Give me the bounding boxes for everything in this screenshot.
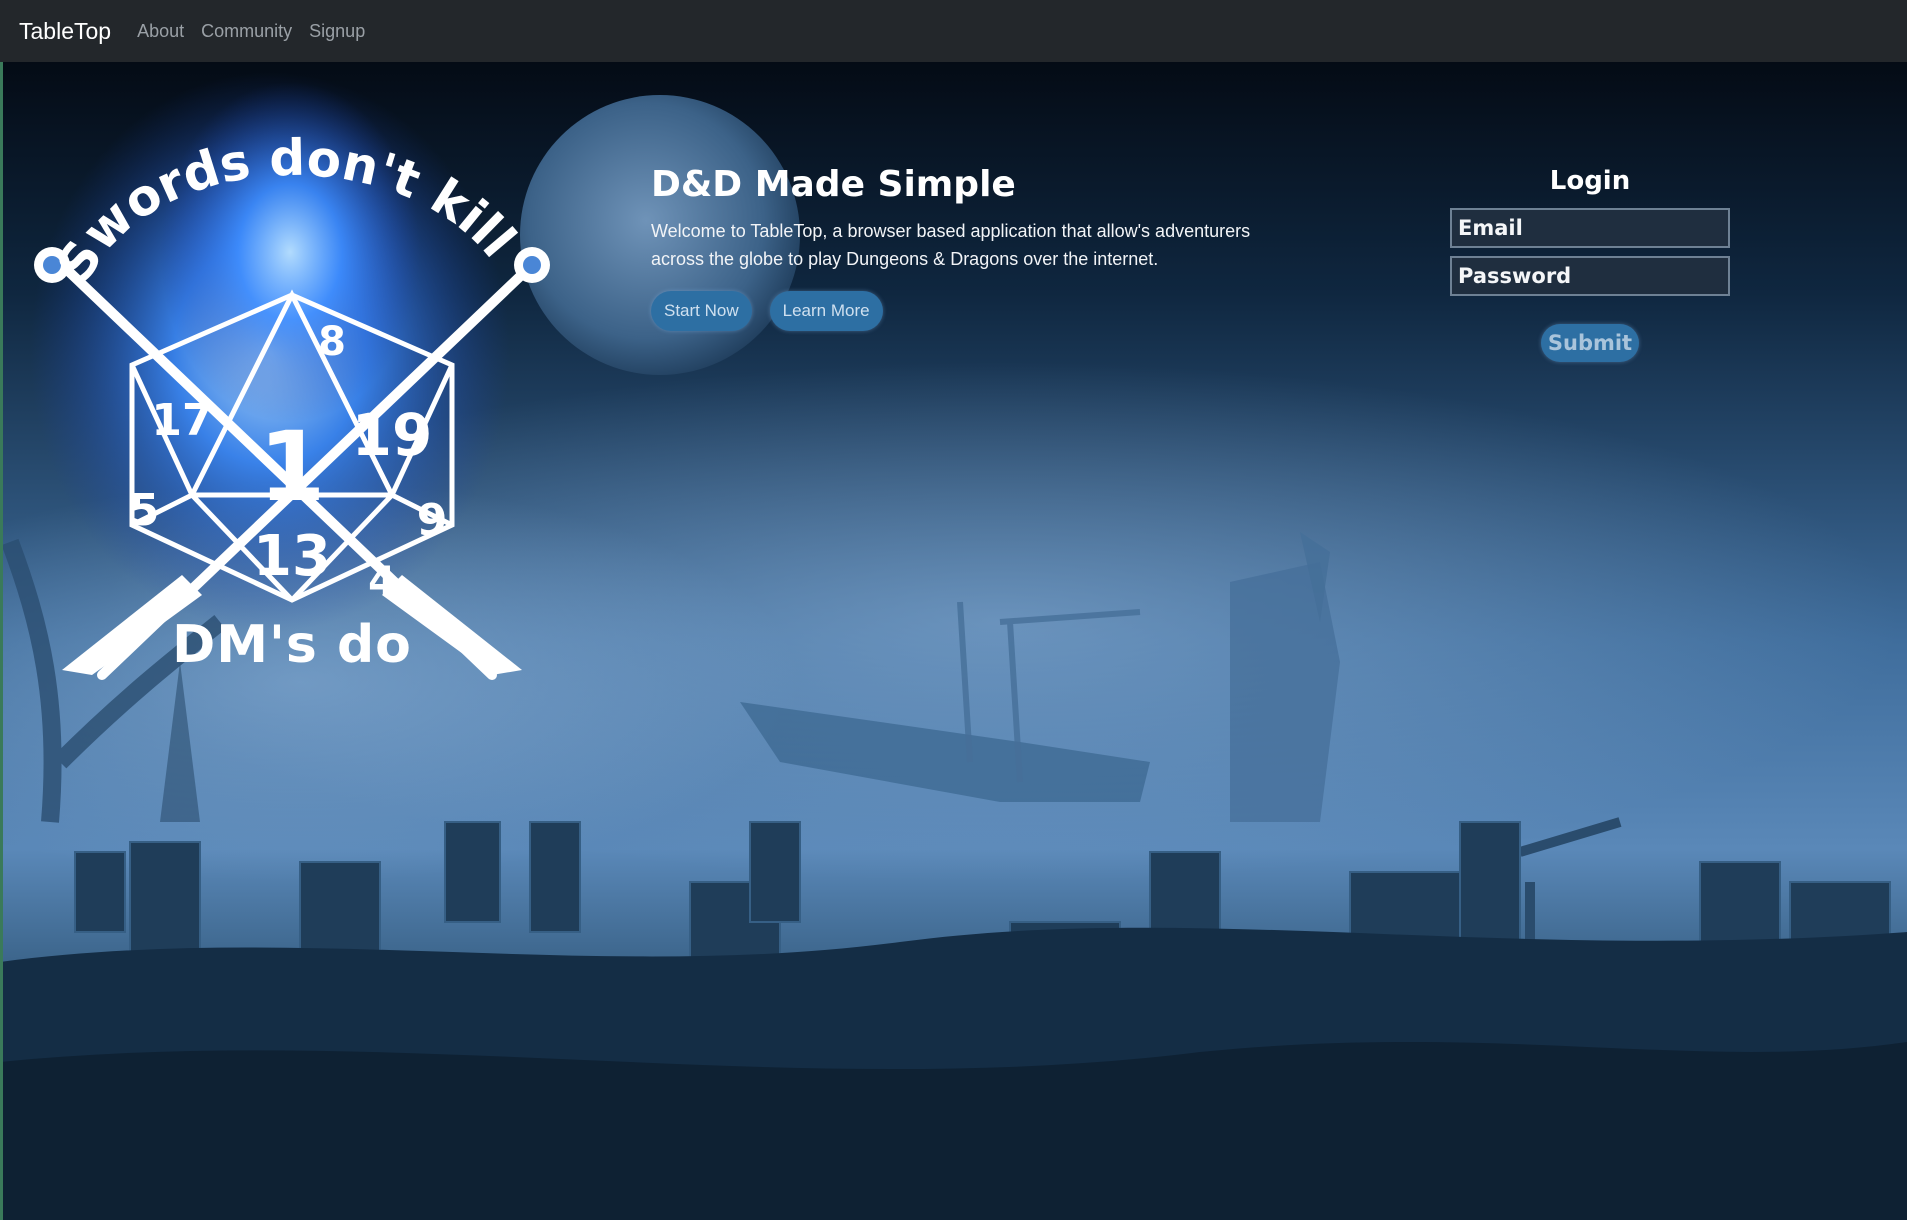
- top-navbar: TableTop About Community Signup: [0, 0, 1907, 62]
- hero-title: D&D Made Simple: [651, 164, 1016, 205]
- die-number-17: 17: [151, 395, 212, 446]
- nav-link-about[interactable]: About: [137, 21, 184, 42]
- email-field[interactable]: [1450, 208, 1730, 248]
- die-number-13: 13: [253, 524, 331, 589]
- hero-buttons: Start Now Learn More: [651, 291, 1271, 331]
- password-field[interactable]: [1450, 256, 1730, 296]
- die-number-1: 1: [259, 411, 326, 523]
- learn-more-button[interactable]: Learn More: [769, 291, 883, 331]
- die-number-8: 8: [318, 319, 346, 365]
- window-edge: [0, 62, 3, 1220]
- die-number-9: 9: [417, 495, 448, 546]
- die-number-4: 4: [368, 559, 396, 605]
- hero-description: Welcome to TableTop, a browser based app…: [651, 221, 1251, 269]
- nav-link-signup[interactable]: Signup: [309, 21, 365, 42]
- submit-button[interactable]: Submit: [1540, 324, 1640, 362]
- hero-section: D&D Made Simple Welcome to TableTop, a b…: [651, 164, 1271, 331]
- login-title: Login: [1549, 166, 1631, 196]
- nav-link-community[interactable]: Community: [201, 21, 292, 42]
- emblem-bottom-text: DM's do: [172, 615, 412, 675]
- die-numbers: 1 17 19 13 5 9 4 8: [129, 319, 448, 605]
- die-number-5: 5: [129, 485, 160, 536]
- start-now-button[interactable]: Start Now: [651, 291, 752, 331]
- dnd-emblem: Swords don't kill 1 17 19 13 5 9 4 8 DM'…: [22, 55, 562, 695]
- die-number-19: 19: [352, 401, 433, 469]
- brand-link[interactable]: TableTop: [19, 18, 111, 45]
- login-form: Login Submit: [1450, 166, 1730, 362]
